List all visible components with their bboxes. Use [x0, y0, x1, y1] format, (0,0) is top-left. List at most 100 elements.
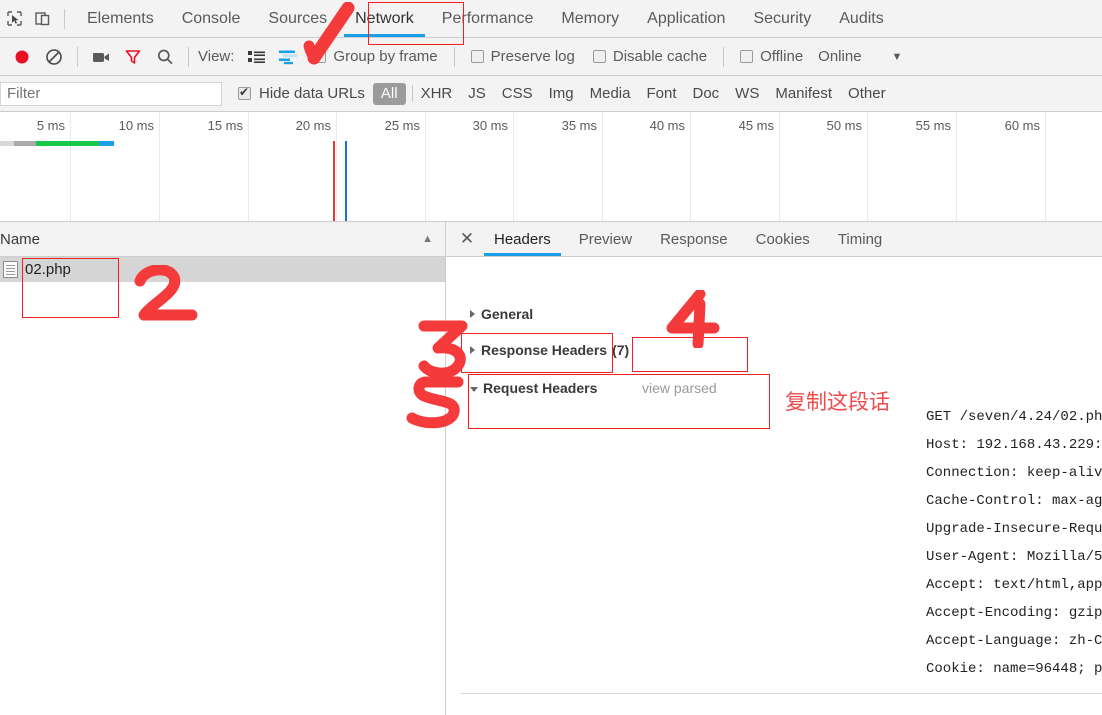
- hide-data-urls-checkbox[interactable]: Hide data URLs: [238, 84, 365, 102]
- tab-security-label: Security: [753, 9, 812, 27]
- filter-type-xhr[interactable]: XHR: [421, 85, 453, 102]
- close-icon[interactable]: ✕: [454, 222, 480, 256]
- raw-header-line[interactable]: Accept-Language: zh-CN,zh;q=0.9: [926, 633, 1102, 649]
- record-icon[interactable]: [6, 42, 38, 72]
- timeline-tick-label: 30 ms: [472, 118, 508, 133]
- tab-application[interactable]: Application: [633, 0, 739, 37]
- table-row[interactable]: 02.php: [0, 257, 445, 282]
- details-tabbar: ✕ Headers Preview Response Cookies Timin…: [446, 222, 1102, 257]
- chevron-right-icon[interactable]: [470, 346, 475, 354]
- filter-type-doc[interactable]: Doc: [692, 85, 719, 102]
- list-view-icon[interactable]: [240, 42, 272, 72]
- tab-audits[interactable]: Audits: [825, 0, 897, 37]
- waterfall-segment-waiting-ttfb: [36, 141, 99, 146]
- requests-column-header[interactable]: Name ▲: [0, 222, 445, 257]
- requests-panel: Name ▲ 02.php: [0, 222, 446, 715]
- timeline-tick-label: 15 ms: [207, 118, 243, 133]
- disable-cache-box[interactable]: [592, 50, 606, 63]
- filter-input[interactable]: [0, 81, 222, 106]
- group-by-frame-box[interactable]: [313, 50, 327, 63]
- timeline-gridline: [248, 112, 249, 221]
- preserve-log-box[interactable]: [470, 50, 484, 63]
- tab-elements[interactable]: Elements: [73, 0, 168, 37]
- timeline-tick-label: 60 ms: [1004, 118, 1040, 133]
- tab-sources-label: Sources: [268, 9, 328, 27]
- timeline-tick-label: 20 ms: [295, 118, 331, 133]
- tab-console[interactable]: Console: [168, 0, 255, 37]
- throttling-select[interactable]: Online: [818, 48, 861, 65]
- filter-divider: [411, 85, 413, 102]
- tab-elements-label: Elements: [87, 9, 154, 27]
- filter-type-js[interactable]: JS: [468, 85, 486, 102]
- filter-type-img[interactable]: Img: [549, 85, 574, 102]
- tab-headers[interactable]: Headers: [480, 222, 565, 256]
- raw-header-line[interactable]: Upgrade-Insecure-Requests: 1: [926, 521, 1102, 537]
- search-icon[interactable]: [149, 42, 181, 72]
- section-response-headers-label: Response Headers: [481, 342, 608, 358]
- document-icon: [3, 261, 18, 278]
- timeline-gridline: [159, 112, 160, 221]
- chevron-down-icon[interactable]: ▼: [892, 51, 903, 63]
- hide-data-urls-label: Hide data URLs: [259, 85, 365, 102]
- sort-ascending-icon[interactable]: ▲: [422, 233, 433, 245]
- section-general[interactable]: General: [470, 303, 533, 325]
- toolbar-divider: [188, 46, 189, 67]
- camera-icon[interactable]: [85, 42, 117, 72]
- filter-type-media[interactable]: Media: [590, 85, 631, 102]
- headers-content: General Response Headers (7) Request Hea…: [446, 257, 1102, 715]
- timeline-gridline: [690, 112, 691, 221]
- raw-header-line[interactable]: Cache-Control: max-age=0: [926, 493, 1102, 509]
- tab-performance[interactable]: Performance: [428, 0, 548, 37]
- funnel-icon[interactable]: [117, 42, 149, 72]
- tab-security[interactable]: Security: [739, 0, 825, 37]
- toolbar-divider: [77, 46, 78, 67]
- chevron-down-icon[interactable]: [470, 386, 478, 392]
- network-timeline-overview[interactable]: 5 ms 10 ms 15 ms 20 ms 25 ms 30 ms 35 ms 40 ms 4…: [0, 112, 1102, 222]
- raw-header-line[interactable]: GET /seven/4.24/02.php HTTP/1.1: [926, 409, 1102, 425]
- tab-cookies[interactable]: Cookies: [742, 222, 824, 256]
- inspect-element-icon[interactable]: [0, 1, 28, 37]
- filter-type-other[interactable]: Other: [848, 85, 886, 102]
- tab-network[interactable]: Network: [341, 0, 428, 37]
- details-panel: ✕ Headers Preview Response Cookies Timin…: [446, 222, 1102, 715]
- tab-timing[interactable]: Timing: [824, 222, 896, 256]
- filter-type-manifest[interactable]: Manifest: [775, 85, 832, 102]
- filter-type-font[interactable]: Font: [646, 85, 676, 102]
- raw-header-line[interactable]: User-Agent: Mozilla/5.0 (Windows NT 10.0…: [926, 549, 1102, 565]
- raw-header-line[interactable]: Accept-Encoding: gzip, deflate: [926, 605, 1102, 621]
- clear-icon[interactable]: [38, 42, 70, 72]
- filter-type-css[interactable]: CSS: [502, 85, 533, 102]
- timeline-gridline: [956, 112, 957, 221]
- raw-header-line[interactable]: Connection: keep-alive: [926, 465, 1102, 481]
- tab-console-label: Console: [181, 9, 241, 27]
- view-parsed-link[interactable]: view parsed: [642, 380, 717, 396]
- tab-preview[interactable]: Preview: [565, 222, 646, 256]
- filter-type-ws[interactable]: WS: [735, 85, 759, 102]
- device-toolbar-icon[interactable]: [28, 1, 56, 37]
- section-response-headers[interactable]: Response Headers (7): [470, 339, 629, 361]
- section-request-headers[interactable]: Request Headers: [470, 377, 597, 399]
- tab-application-label: Application: [647, 9, 726, 27]
- annotation-note-text: 复制这段话: [785, 390, 890, 414]
- tab-response[interactable]: Response: [646, 222, 742, 256]
- tab-sources[interactable]: Sources: [254, 0, 341, 37]
- tab-memory[interactable]: Memory: [547, 0, 633, 37]
- view-label: View:: [198, 48, 235, 65]
- waterfall-view-icon[interactable]: [272, 42, 304, 72]
- tab-audits-label: Audits: [839, 9, 884, 27]
- tab-preview-label: Preview: [578, 230, 633, 248]
- group-by-frame-checkbox[interactable]: Group by frame: [313, 48, 438, 65]
- chevron-right-icon[interactable]: [470, 310, 475, 318]
- timeline-gridline: [867, 112, 868, 221]
- offline-checkbox[interactable]: Offline: [740, 48, 803, 65]
- content-divider: [460, 693, 1102, 694]
- tab-performance-label: Performance: [441, 9, 534, 27]
- raw-header-line[interactable]: Accept: text/html,application/xhtml+xml,…: [926, 577, 1102, 593]
- preserve-log-checkbox[interactable]: Preserve log: [470, 48, 575, 65]
- offline-box[interactable]: [740, 50, 754, 63]
- disable-cache-checkbox[interactable]: Disable cache: [592, 48, 707, 65]
- raw-header-line[interactable]: Host: 192.168.43.229:8088: [926, 437, 1102, 453]
- raw-header-line[interactable]: Cookie: name=96448; pass=123456Ss!: [926, 661, 1102, 677]
- hide-data-urls-box[interactable]: [238, 84, 251, 100]
- filter-type-all[interactable]: All: [372, 82, 406, 105]
